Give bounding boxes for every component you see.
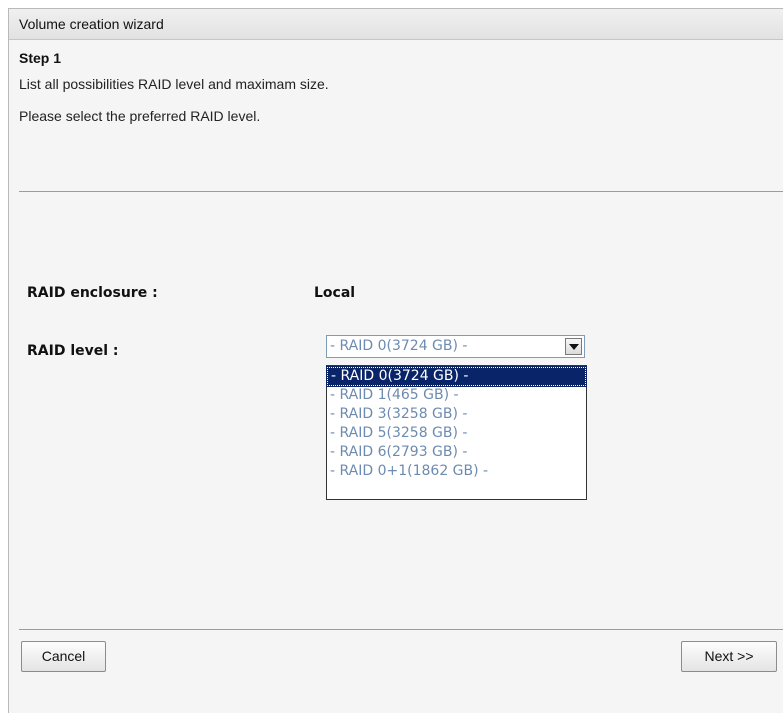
- raid-level-option[interactable]: - RAID 0(3724 GB) -: [326, 366, 587, 387]
- raid-level-select[interactable]: - RAID 0(3724 GB) -: [326, 335, 585, 358]
- raid-enclosure-value: Local: [314, 285, 356, 301]
- step-description: List all possibilities RAID level and ma…: [19, 76, 329, 92]
- wizard-panel: Volume creation wizard Step 1 List all p…: [8, 8, 783, 713]
- step-title: Step 1: [19, 50, 62, 66]
- raid-enclosure-label: RAID enclosure :: [27, 285, 158, 301]
- divider-top: [19, 191, 783, 192]
- raid-level-dropdown-list: - RAID 0(3724 GB) - - RAID 1(465 GB) - -…: [326, 365, 587, 500]
- raid-level-option[interactable]: - RAID 1(465 GB) -: [327, 386, 586, 405]
- raid-level-label: RAID level :: [27, 343, 119, 359]
- cancel-button[interactable]: Cancel: [21, 641, 106, 672]
- raid-level-option[interactable]: - RAID 3(3258 GB) -: [327, 405, 586, 424]
- divider-bottom: [19, 629, 783, 630]
- step-instruction: Please select the preferred RAID level.: [19, 108, 261, 124]
- raid-level-option[interactable]: - RAID 5(3258 GB) -: [327, 424, 586, 443]
- raid-level-selected-value: - RAID 0(3724 GB) -: [330, 338, 468, 354]
- chevron-down-icon[interactable]: [565, 338, 582, 355]
- raid-level-option[interactable]: - RAID 6(2793 GB) -: [327, 443, 586, 462]
- wizard-title: Volume creation wizard: [9, 9, 783, 40]
- raid-level-option[interactable]: - RAID 0+1(1862 GB) -: [327, 462, 586, 481]
- next-button[interactable]: Next >>: [681, 641, 777, 672]
